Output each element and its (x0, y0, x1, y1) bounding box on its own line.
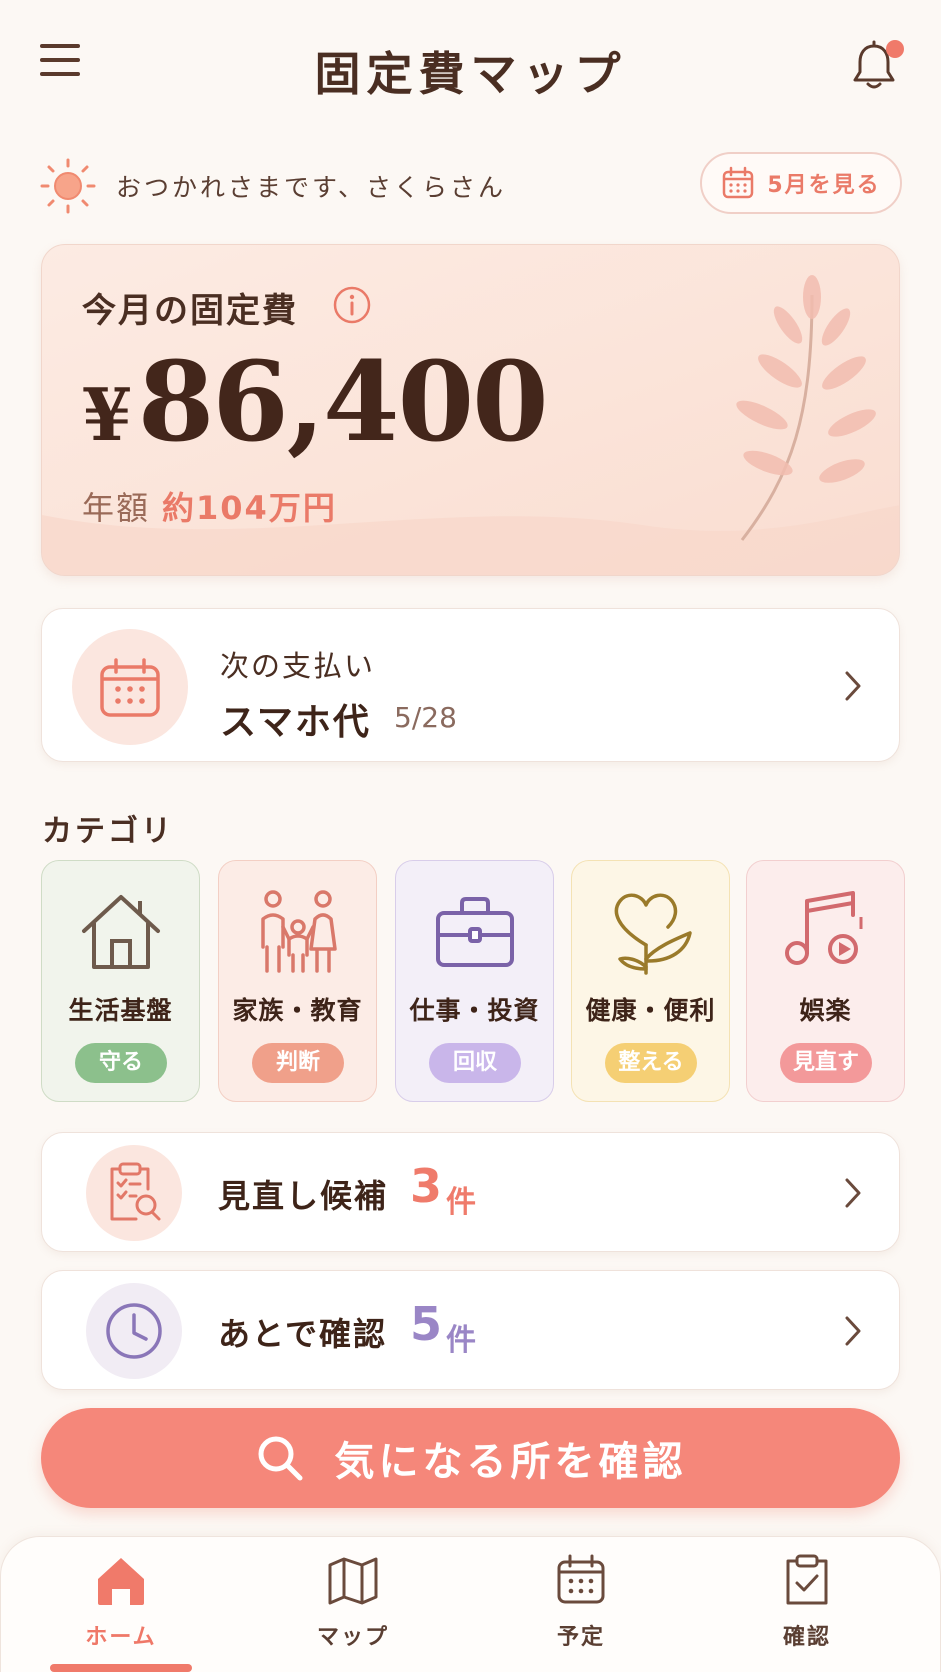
heart-plant-icon (614, 893, 692, 975)
review-candidates-card[interactable]: 見直し候補 3 件 (41, 1132, 900, 1252)
review-icon-bg (86, 1145, 182, 1241)
category-heading: カテゴリ (42, 814, 174, 849)
sun-icon (40, 158, 96, 214)
info-icon[interactable] (332, 285, 372, 325)
briefcase-icon (436, 897, 514, 967)
category-tag: 回収 (429, 1043, 521, 1083)
later-count: 5 (410, 1297, 443, 1351)
category-tile-family[interactable]: 家族・教育 判断 (218, 860, 377, 1102)
check-concerns-button[interactable]: 気になる所を確認 (41, 1408, 900, 1508)
category-name: 家族・教育 (232, 996, 363, 1025)
calendar-icon (100, 658, 160, 717)
category-tag: 整える (605, 1043, 697, 1083)
clock-icon (106, 1303, 162, 1359)
next-payment-item: スマホ代 (220, 702, 371, 743)
view-month-label: 5月を見る (767, 173, 881, 198)
calendar-icon (723, 166, 754, 199)
amount-value: 86,400 (137, 337, 549, 466)
chevron-right-icon (845, 671, 861, 701)
monthly-summary-card: 今月の固定費 ¥ 86,400 年額 約104万円 (41, 244, 900, 576)
house-icon (82, 895, 160, 969)
monthly-amount: ¥ 86,400 (82, 337, 549, 466)
category-name: 生活基盤 (68, 996, 173, 1025)
next-payment-icon-bg (72, 629, 188, 745)
currency-symbol: ¥ (82, 372, 133, 457)
later-unit: 件 (446, 1323, 476, 1358)
notification-badge (886, 40, 904, 58)
annual-amount: 年額 約104万円 (82, 483, 337, 529)
nav-label: 予定 (556, 1625, 605, 1650)
annual-label: 年額 (82, 489, 151, 527)
greeting-text: おつかれさまです、さくらさん (116, 173, 507, 202)
active-nav-indicator (50, 1664, 192, 1672)
next-payment-date: 5/28 (394, 701, 457, 734)
check-concerns-label: 気になる所を確認 (334, 1439, 687, 1485)
bottom-navigation: ホーム マップ 予定 確認 (0, 1536, 941, 1672)
calendar-icon (557, 1554, 605, 1604)
category-name: 仕事・投資 (409, 996, 540, 1025)
review-label: 見直し候補 (218, 1177, 389, 1215)
later-icon-bg (86, 1283, 182, 1379)
map-icon (328, 1557, 378, 1605)
annual-value: 約104万円 (162, 489, 337, 527)
category-tile-life[interactable]: 生活基盤 守る (41, 860, 200, 1102)
later-label: あとで確認 (218, 1315, 388, 1353)
view-month-button[interactable]: 5月を見る (700, 152, 902, 214)
category-tag: 判断 (252, 1043, 344, 1083)
chevron-right-icon (845, 1178, 861, 1208)
family-icon (261, 890, 337, 973)
clipboard-search-icon (110, 1162, 161, 1221)
nav-item-map[interactable]: マップ (273, 1553, 433, 1653)
home-icon (98, 1558, 144, 1605)
category-tile-entertainment[interactable]: 娯楽 見直す (746, 860, 905, 1102)
category-name: 娯楽 (799, 996, 852, 1025)
review-unit: 件 (446, 1185, 476, 1220)
summary-title: 今月の固定費 (82, 291, 298, 331)
nav-item-home[interactable]: ホーム (41, 1553, 201, 1653)
chevron-right-icon (845, 1316, 861, 1346)
nav-item-schedule[interactable]: 予定 (501, 1553, 661, 1653)
nav-label: マップ (316, 1625, 389, 1650)
category-name: 健康・便利 (585, 996, 716, 1025)
search-icon (258, 1436, 302, 1481)
category-tag: 守る (75, 1043, 167, 1083)
next-payment-label: 次の支払い (220, 649, 376, 683)
nav-label: ホーム (85, 1625, 157, 1650)
category-tile-work[interactable]: 仕事・投資 回収 (395, 860, 554, 1102)
clipboard-check-icon (786, 1554, 828, 1605)
nav-label: 確認 (782, 1625, 831, 1650)
check-later-card[interactable]: あとで確認 5 件 (41, 1270, 900, 1390)
nav-item-check[interactable]: 確認 (727, 1553, 887, 1653)
music-icon (785, 891, 863, 965)
category-tag: 見直す (780, 1043, 872, 1083)
page-title: 固定費マップ (314, 47, 627, 101)
review-count: 3 (410, 1159, 443, 1213)
leaf-branch-decoration (736, 275, 876, 541)
next-payment-card[interactable]: 次の支払い スマホ代 5/28 (41, 608, 900, 762)
category-tile-health[interactable]: 健康・便利 整える (571, 860, 730, 1102)
